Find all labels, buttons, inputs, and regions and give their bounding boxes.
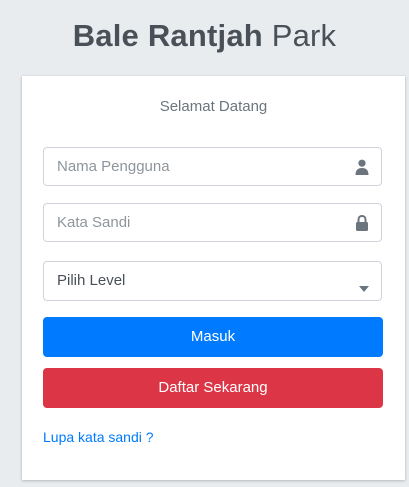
caret-down-icon	[359, 279, 369, 292]
level-select-value: Pilih Level	[57, 272, 126, 289]
app-logo: Bale Rantjah Park	[0, 14, 409, 58]
level-select[interactable]: Pilih Level	[43, 261, 382, 301]
brand-name-bold: Bale Rantjah	[72, 18, 263, 53]
password-field[interactable]	[43, 203, 382, 242]
lock-icon	[355, 214, 369, 231]
username-field[interactable]	[43, 147, 382, 186]
forgot-password-link[interactable]: Lupa kata sandi ?	[43, 429, 154, 445]
login-card: Selamat Datang Pilih Level Masuk Daftar …	[22, 76, 405, 480]
register-button[interactable]: Daftar Sekarang	[43, 368, 383, 408]
login-button[interactable]: Masuk	[43, 317, 383, 357]
username-input[interactable]	[44, 148, 344, 185]
welcome-message: Selamat Datang	[159, 98, 268, 115]
password-input[interactable]	[44, 204, 344, 241]
user-icon	[355, 159, 369, 175]
brand-name-light: Park	[271, 18, 337, 53]
